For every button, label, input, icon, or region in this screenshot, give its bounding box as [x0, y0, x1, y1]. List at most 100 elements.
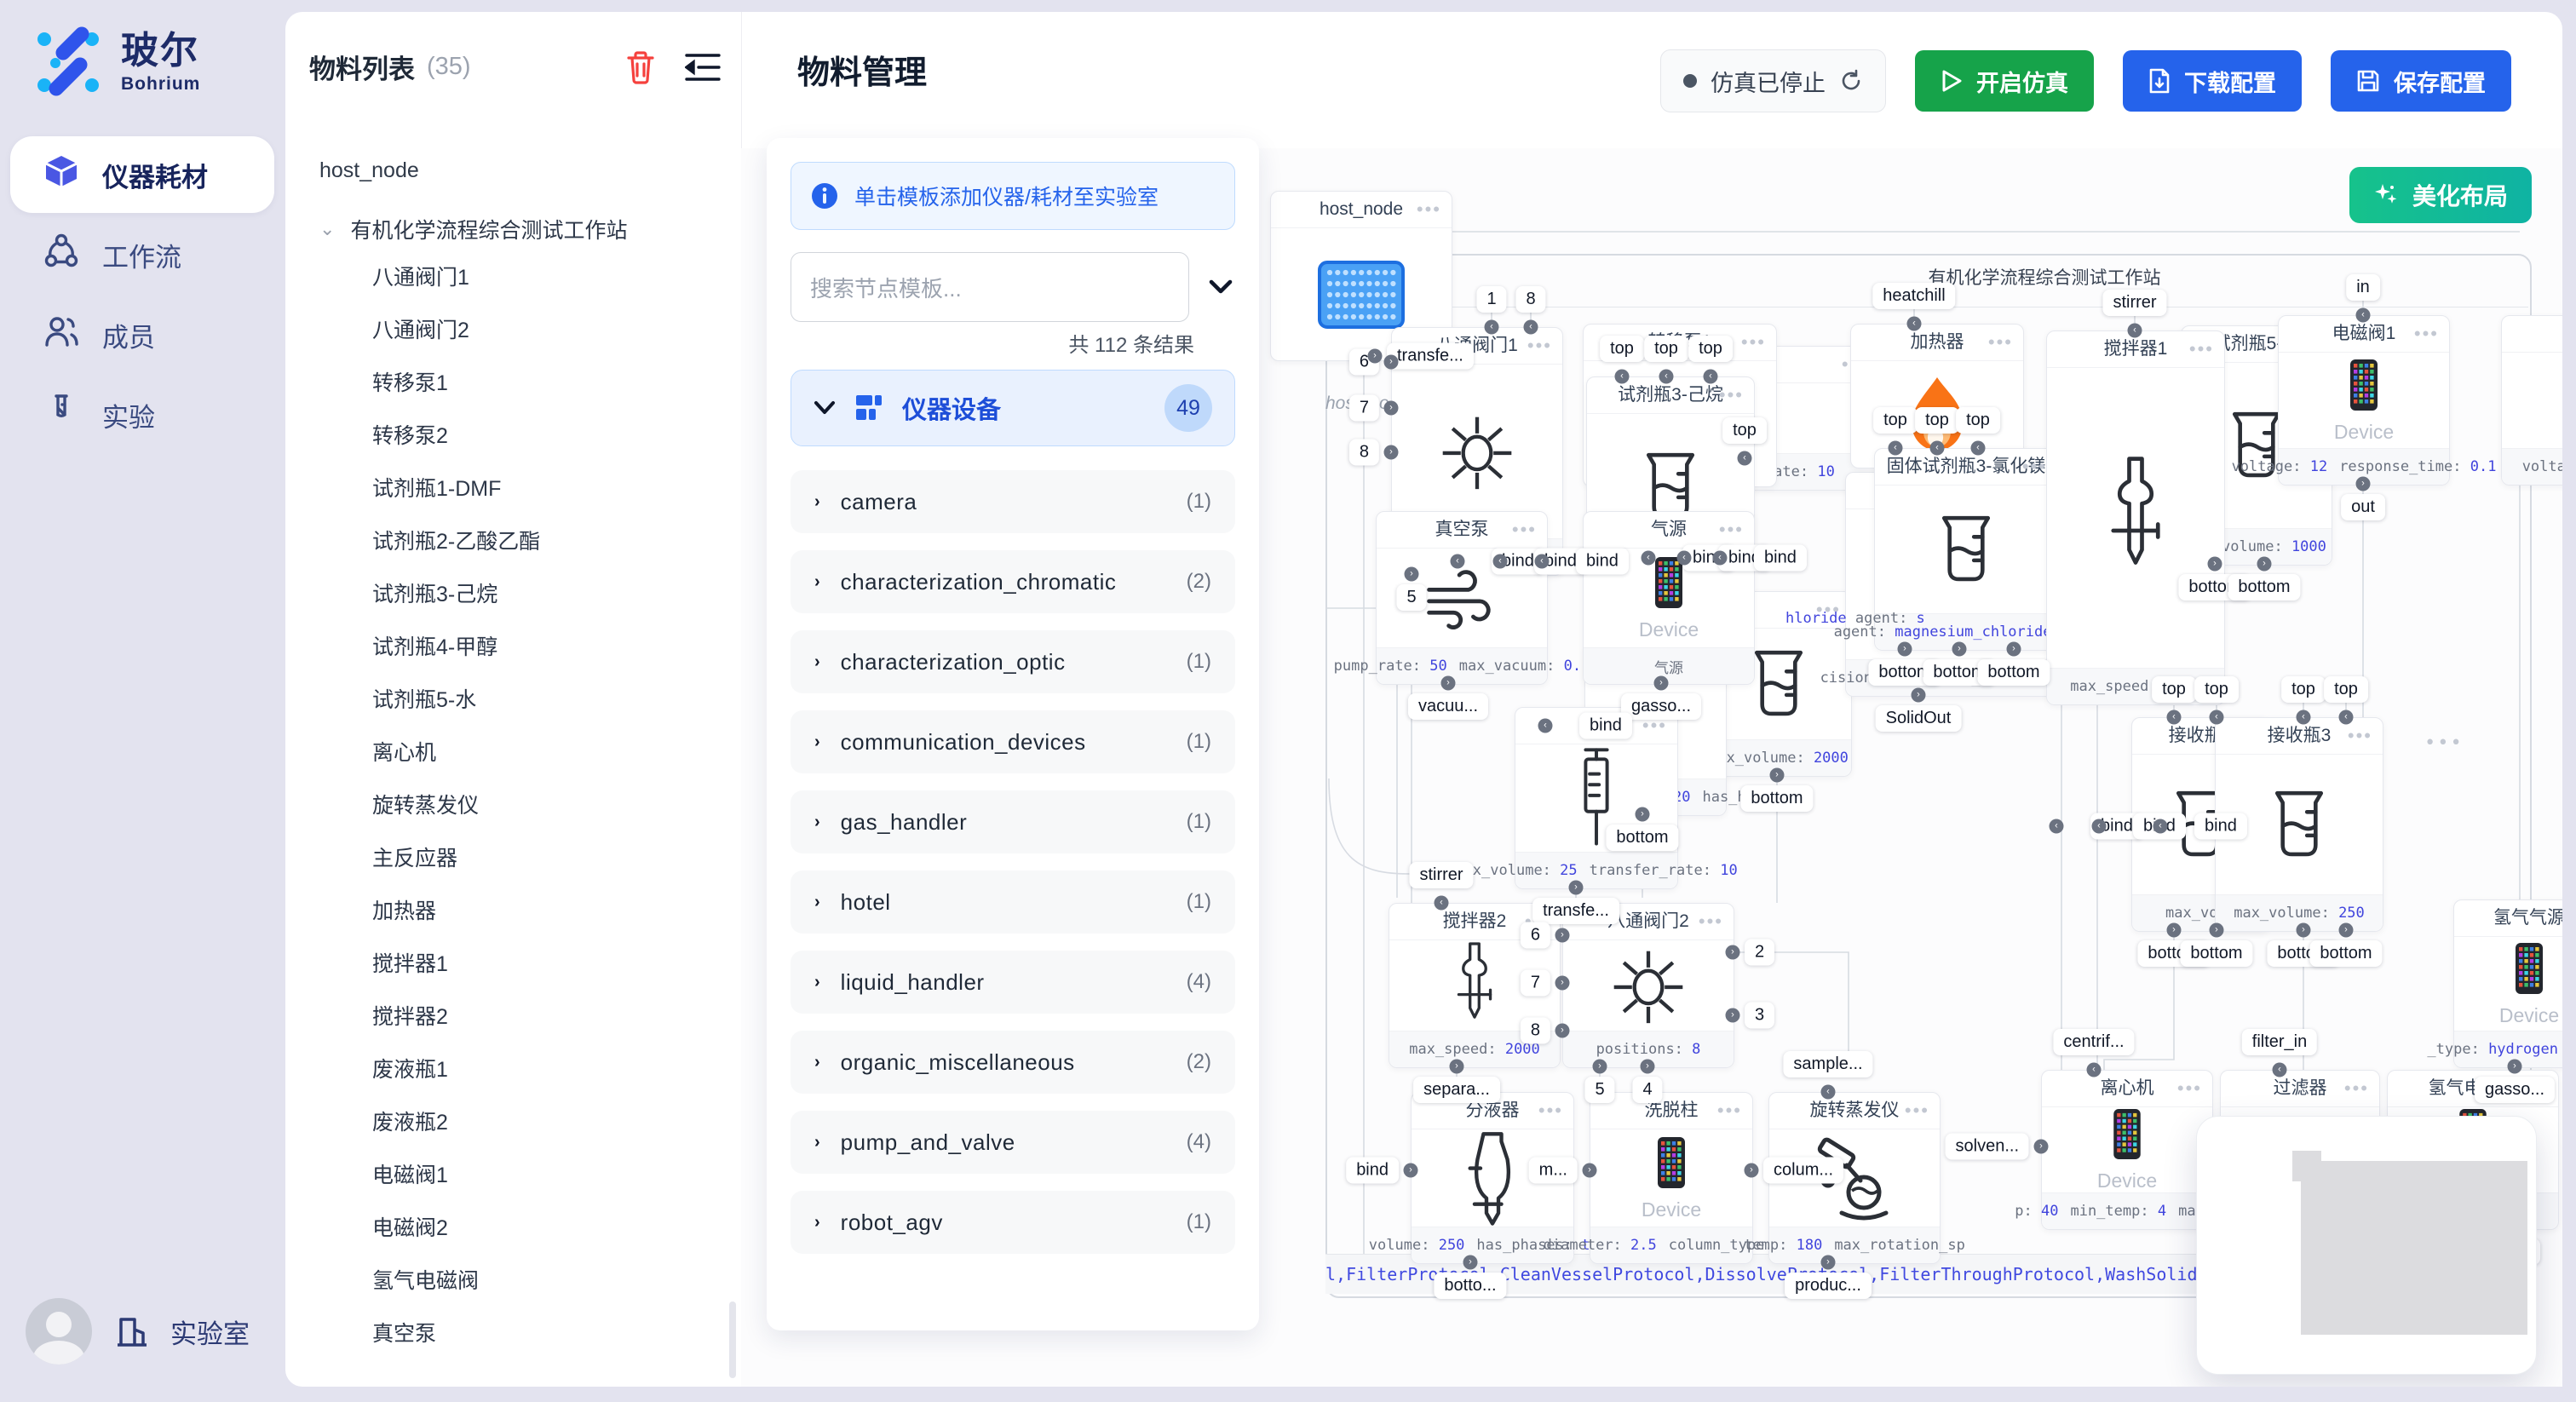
port-dot-icon[interactable]: › — [1368, 349, 1383, 364]
port-dot-icon[interactable]: › — [1384, 445, 1399, 460]
tree-group[interactable]: ⌄有机化学流程综合测试工作站 — [319, 214, 724, 244]
port-dot-icon[interactable]: › — [1384, 401, 1399, 416]
port-dot-icon[interactable]: › — [1450, 1060, 1464, 1074]
port-dot-icon[interactable]: › — [1641, 1060, 1655, 1074]
port-dot-icon[interactable]: › — [2356, 477, 2371, 491]
template-row-hotel[interactable]: ›hotel(1) — [791, 871, 1235, 934]
tree-item[interactable]: 八通阀门1 — [319, 250, 724, 302]
tree-item[interactable]: 加热器 — [319, 883, 724, 936]
tree-item[interactable]: 试剂瓶3-己烷 — [319, 566, 724, 619]
port-dot-icon[interactable]: › — [1821, 1255, 1836, 1270]
port-dot-icon[interactable]: ‹ — [2273, 1063, 2287, 1077]
port-dot-icon[interactable]: › — [2167, 923, 2182, 938]
port-dot-icon[interactable]: ‹ — [2210, 710, 2224, 725]
port-dot-icon[interactable]: › — [1726, 945, 1740, 960]
node-menu-icon[interactable]: ••• — [1417, 192, 1441, 227]
port-dot-icon[interactable]: › — [1952, 642, 1967, 657]
port-dot-icon[interactable]: ‹ — [1907, 317, 1922, 331]
canvas-node-搅拌器1[interactable]: 搅拌器1•••max_speed: 2000 — [2046, 330, 2225, 705]
node-menu-icon[interactable]: ••• — [1717, 1093, 1742, 1129]
port-dot-icon[interactable]: › — [1555, 976, 1570, 991]
template-row-characterization_optic[interactable]: ›characterization_optic(1) — [791, 630, 1235, 693]
port-dot-icon[interactable]: ‹ — [2087, 1063, 2102, 1077]
node-menu-icon[interactable]: ••• — [2424, 733, 2464, 754]
materials-scrollbar[interactable] — [729, 1301, 736, 1378]
node-menu-icon[interactable]: ••• — [1741, 325, 1766, 360]
canvas-node-气源[interactable]: 气源•••Device气源 — [1583, 511, 1755, 685]
node-menu-icon[interactable]: ••• — [2189, 331, 2214, 367]
canvas-node-电磁阀1[interactable]: 电磁阀1•••Devicevoltage: 12response_time: 0… — [2278, 315, 2450, 486]
port-dot-icon[interactable]: ‹ — [2339, 710, 2354, 725]
tree-item[interactable]: 试剂瓶1-DMF — [319, 461, 724, 514]
node-menu-icon[interactable]: ••• — [1719, 377, 1744, 413]
port-dot-icon[interactable]: › — [1404, 1164, 1418, 1178]
port-dot-icon[interactable]: › — [1745, 1164, 1759, 1178]
node-menu-icon[interactable]: ••• — [1905, 1093, 1929, 1129]
chevron-right-icon[interactable]: › — [814, 1213, 820, 1232]
chevron-right-icon[interactable]: › — [814, 492, 820, 512]
port-dot-icon[interactable]: ‹ — [1738, 451, 1752, 466]
port-dot-icon[interactable]: ‹ — [1535, 554, 1550, 569]
node-menu-icon[interactable]: ••• — [2348, 718, 2372, 754]
port-dot-icon[interactable]: › — [1555, 928, 1570, 943]
outdent-icon[interactable] — [685, 52, 721, 83]
port-dot-icon[interactable]: ‹ — [1704, 370, 1718, 384]
node-menu-icon[interactable]: ••• — [1538, 1093, 1563, 1129]
template-row-communication_devices[interactable]: ›communication_devices(1) — [791, 710, 1235, 773]
tree-item[interactable]: 试剂瓶5-水 — [319, 672, 724, 725]
port-dot-icon[interactable]: › — [1441, 676, 1456, 691]
tree-item[interactable]: 电磁阀2 — [319, 1200, 724, 1253]
port-dot-icon[interactable]: ‹ — [2128, 324, 2142, 338]
template-row-characterization_chromatic[interactable]: ›characterization_chromatic(2) — [791, 550, 1235, 613]
port-dot-icon[interactable]: › — [1405, 567, 1419, 582]
chevron-down-icon[interactable]: ⌄ — [319, 218, 335, 240]
port-dot-icon[interactable]: ‹ — [1642, 551, 1656, 566]
tree-item[interactable]: 废液瓶2 — [319, 1095, 724, 1147]
port-dot-icon[interactable]: › — [1726, 1008, 1740, 1023]
port-dot-icon[interactable]: ‹ — [1493, 554, 1508, 569]
save-config-button[interactable]: 保存配置 — [2331, 50, 2511, 112]
chevron-down-icon[interactable] — [1206, 277, 1235, 297]
port-dot-icon[interactable]: › — [2208, 557, 2222, 572]
template-row-robot_agv[interactable]: ›robot_agv(1) — [791, 1191, 1235, 1254]
sidebar-lab-label[interactable]: 实验室 — [170, 1313, 250, 1351]
port-dot-icon[interactable]: ‹ — [1451, 554, 1465, 569]
port-dot-icon[interactable]: › — [1898, 642, 1912, 657]
port-dot-icon[interactable]: › — [1912, 688, 1926, 703]
port-dot-icon[interactable]: ‹ — [1713, 551, 1728, 566]
port-dot-icon[interactable]: › — [1654, 676, 1669, 691]
node-menu-icon[interactable]: ••• — [1699, 904, 1723, 939]
template-row-pump_and_valve[interactable]: ›pump_and_valve(4) — [791, 1111, 1235, 1174]
chevron-right-icon[interactable]: › — [814, 652, 820, 672]
port-dot-icon[interactable]: › — [1569, 881, 1584, 895]
canvas-node-氢气气源[interactable]: 氢气气源•••Device_type: hydrogenmax_pre — [2453, 899, 2562, 1068]
tree-item[interactable]: 废液瓶1 — [319, 1042, 724, 1095]
port-dot-icon[interactable]: ‹ — [1538, 719, 1553, 733]
avatar[interactable] — [26, 1298, 92, 1365]
port-dot-icon[interactable]: ‹ — [1821, 1085, 1836, 1100]
node-menu-icon[interactable]: ••• — [1988, 325, 2013, 360]
port-dot-icon[interactable]: ‹ — [1659, 370, 1674, 384]
port-dot-icon[interactable]: › — [2034, 1140, 2049, 1154]
tree-item[interactable]: 旋转蒸发仪 — [319, 778, 724, 830]
port-dot-icon[interactable]: › — [1593, 1060, 1607, 1074]
beautify-layout-button[interactable]: 美化布局 — [2349, 167, 2532, 223]
canvas-node[interactable]: •••voltage: 12 — [2501, 315, 2562, 486]
port-dot-icon[interactable]: › — [2257, 557, 2272, 572]
port-dot-icon[interactable]: ‹ — [2092, 819, 2107, 834]
tree-item[interactable]: 搅拌器1 — [319, 936, 724, 989]
port-dot-icon[interactable]: › — [2339, 923, 2354, 938]
port-dot-icon[interactable]: ‹ — [1889, 441, 1903, 456]
port-dot-icon[interactable]: › — [1463, 1255, 1478, 1270]
chevron-right-icon[interactable]: › — [814, 973, 820, 992]
template-row-organic_miscellaneous[interactable]: ›organic_miscellaneous(2) — [791, 1031, 1235, 1094]
category-instruments[interactable]: 仪器设备 49 — [791, 370, 1235, 446]
template-row-camera[interactable]: ›camera(1) — [791, 470, 1235, 533]
tree-item[interactable]: 八通阀门2 — [319, 302, 724, 355]
chevron-right-icon[interactable]: › — [814, 1053, 820, 1072]
port-dot-icon[interactable]: › — [2297, 923, 2311, 938]
port-dot-icon[interactable]: › — [1583, 1164, 1597, 1178]
node-menu-icon[interactable]: ••• — [2414, 316, 2439, 352]
sidebar-item-3[interactable]: 实验 — [10, 376, 274, 453]
tree-item[interactable]: 主反应器 — [319, 830, 724, 883]
